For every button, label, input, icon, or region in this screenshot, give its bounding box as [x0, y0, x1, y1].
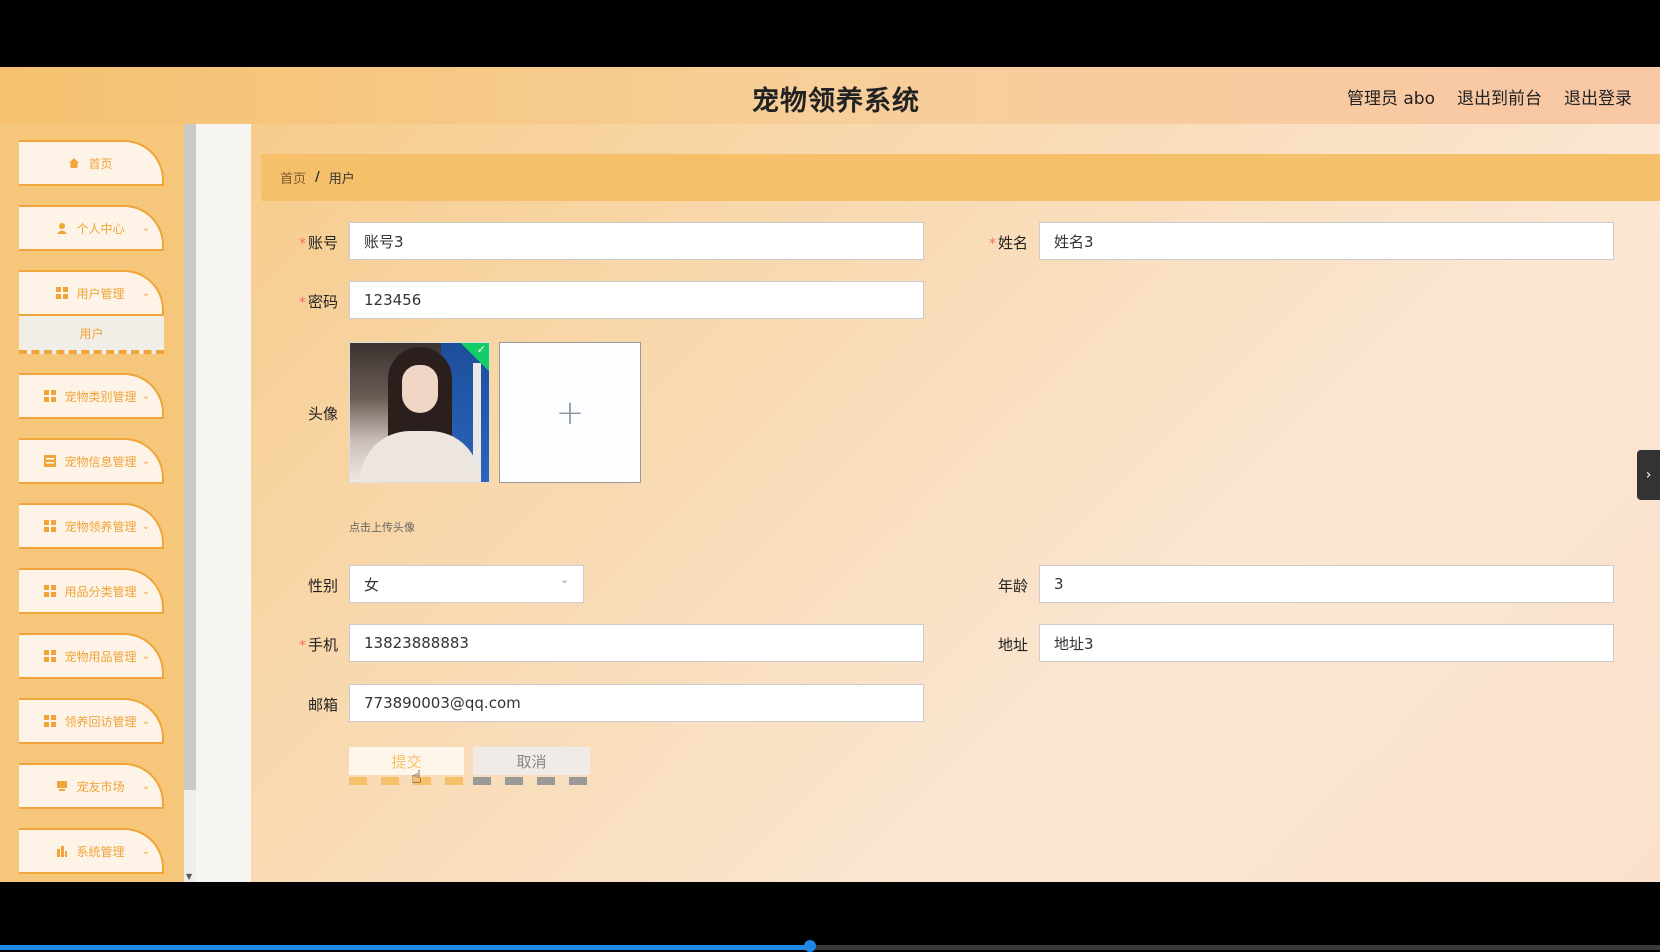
account-field[interactable]: 账号3 [349, 222, 924, 260]
cancel-button[interactable]: 取消 [473, 747, 590, 775]
email-label: 邮箱 [307, 696, 338, 714]
sidebar-item-pet-category[interactable]: 宠物类别管理 ⌄ [19, 373, 164, 419]
sidebar-item-users[interactable]: 用户管理 ⌄ [19, 270, 164, 316]
sidebar-item-label: 宠物用品管理 [64, 649, 137, 664]
sidebar-item-label: 用品分类管理 [64, 584, 137, 599]
name-field[interactable]: 姓名3 [1039, 222, 1614, 260]
sidebar-item-supply-category[interactable]: 用品分类管理 ⌄ [19, 568, 164, 614]
chart-icon [56, 845, 68, 857]
app-viewport: 宠物领养系统 管理员 abo 退出到前台 退出登录 首页 个人中心 ⌄ 用户管理… [0, 67, 1660, 882]
video-progress-bar[interactable] [0, 940, 1660, 952]
grid-icon [44, 715, 57, 727]
sidebar-item-label: 宠物类别管理 [64, 389, 137, 404]
chevron-down-icon: ⌄ [141, 391, 150, 402]
home-icon [68, 157, 80, 169]
avatar-label: 头像 [307, 405, 338, 423]
top-header: 宠物领养系统 管理员 abo 退出到前台 退出登录 [0, 67, 1660, 124]
grid-icon [44, 390, 57, 402]
password-field[interactable]: 123456 [349, 281, 924, 319]
sidebar-item-pet-supplies[interactable]: 宠物用品管理 ⌄ [19, 633, 164, 679]
avatar-image[interactable]: ✓ [349, 342, 490, 483]
sidebar-item-pet-adoption[interactable]: 宠物领养管理 ⌄ [19, 503, 164, 549]
sidebar-item-label: 个人中心 [76, 221, 125, 236]
grid-icon [44, 520, 57, 532]
chevron-down-icon: ⌄ [141, 586, 150, 597]
chevron-down-icon: ⌄ [141, 521, 150, 532]
gender-label: 性别 [307, 577, 338, 595]
submit-underline [349, 777, 463, 785]
chat-icon [56, 780, 68, 792]
sidebar-scroll-thumb[interactable] [184, 124, 196, 790]
chevron-down-icon: ⌄ [141, 456, 150, 467]
sidebar-item-followup[interactable]: 领养回访管理 ⌄ [19, 698, 164, 744]
sidebar-menu: 首页 个人中心 ⌄ 用户管理 ⌄ 用户 宠物类别管理 ⌄ 宠物信息管理 ⌄ 宠物… [19, 140, 164, 882]
grid-icon [56, 287, 69, 299]
sidebar-subitem-user[interactable]: 用户 [19, 316, 164, 354]
breadcrumb-home[interactable]: 首页 [280, 168, 306, 187]
phone-label: * 手机 [298, 636, 338, 654]
mouse-pointer-icon: ☝ [411, 767, 422, 788]
progress-knob[interactable] [804, 940, 816, 952]
chevron-down-icon: ⌄ [141, 846, 150, 857]
sidebar-item-label: 领养回访管理 [64, 714, 137, 729]
front-link[interactable]: 退出到前台 [1457, 84, 1542, 109]
account-label: * 账号 [298, 234, 338, 252]
sidebar-item-label: 首页 [88, 156, 113, 171]
avatar-upload-tip: 点击上传头像 [349, 521, 415, 534]
grid-icon [44, 650, 57, 662]
sidebar-item-label: 宠友市场 [76, 779, 125, 794]
avatar-upload-button[interactable]: + [499, 342, 641, 483]
age-label: 年龄 [997, 577, 1028, 595]
chevron-down-icon: ⌄ [141, 223, 150, 234]
admin-label: 管理员 abo [1346, 89, 1435, 109]
breadcrumb-separator: / [315, 170, 320, 185]
user-icon [56, 222, 68, 234]
chevron-down-icon[interactable]: ⌄ [560, 573, 569, 586]
chevron-down-icon: ⌄ [141, 781, 150, 792]
sidebar-item-market[interactable]: 宠友市场 ⌄ [19, 763, 164, 809]
chevron-right-icon[interactable]: › [1637, 450, 1660, 500]
age-field[interactable]: 3 [1039, 565, 1614, 603]
sidebar-item-home[interactable]: 首页 [19, 140, 164, 186]
breadcrumb: 首页 / 用户 [261, 154, 1660, 201]
phone-field[interactable]: 13823888883 [349, 624, 924, 662]
breadcrumb-current: 用户 [328, 172, 355, 187]
logout-link[interactable]: 退出登录 [1564, 84, 1632, 109]
name-label: * 姓名 [988, 234, 1028, 252]
password-label: * 密码 [298, 293, 338, 311]
sidebar-item-pet-info[interactable]: 宠物信息管理 ⌄ [19, 438, 164, 484]
sidebar-item-label: 系统管理 [76, 844, 125, 859]
content-gutter [196, 124, 251, 882]
scroll-down-icon[interactable]: ▼ [186, 872, 192, 881]
chevron-down-icon: ⌄ [141, 651, 150, 662]
sidebar-item-system[interactable]: 系统管理 ⌄ [19, 828, 164, 874]
sidebar: 首页 个人中心 ⌄ 用户管理 ⌄ 用户 宠物类别管理 ⌄ 宠物信息管理 ⌄ 宠物… [0, 124, 196, 882]
chevron-down-icon: ⌄ [141, 288, 150, 299]
sidebar-item-label: 用户管理 [76, 286, 125, 301]
sidebar-item-label: 宠物信息管理 [64, 454, 137, 469]
chevron-down-icon: ⌄ [141, 716, 150, 727]
cancel-underline [473, 777, 587, 785]
gender-select[interactable]: 女 [349, 565, 584, 603]
submit-button[interactable]: 提交 [349, 747, 464, 775]
form-icon [44, 455, 57, 467]
email-field[interactable]: 773890003@qq.com [349, 684, 924, 722]
address-label: 地址 [997, 636, 1028, 654]
address-field[interactable]: 地址3 [1039, 624, 1614, 662]
grid-icon [44, 585, 57, 597]
header-links: 管理员 abo 退出到前台 退出登录 [1347, 84, 1632, 109]
sidebar-item-label: 宠物领养管理 [64, 519, 137, 534]
sidebar-item-profile[interactable]: 个人中心 ⌄ [19, 205, 164, 251]
